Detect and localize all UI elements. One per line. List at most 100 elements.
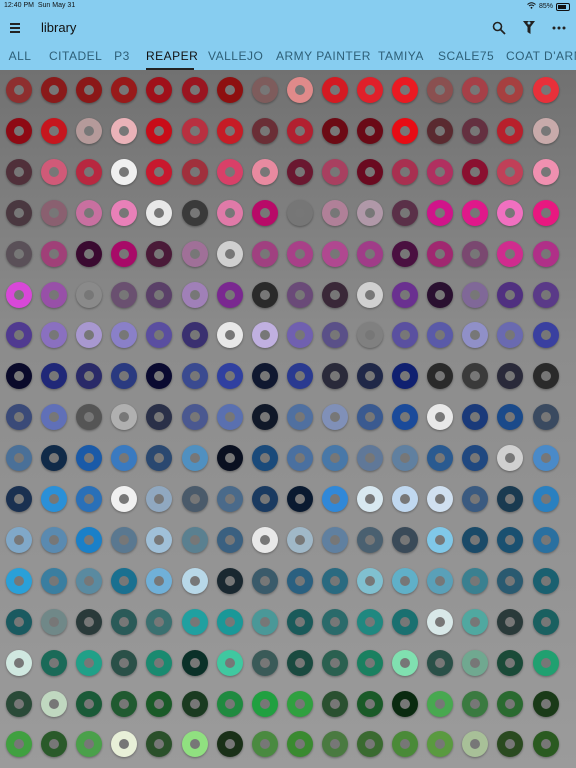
filter-icon[interactable] — [520, 19, 538, 37]
paint-swatch[interactable] — [321, 117, 348, 144]
paint-swatch[interactable] — [321, 649, 348, 676]
paint-swatch[interactable] — [462, 608, 489, 635]
paint-swatch[interactable] — [111, 608, 138, 635]
paint-swatch[interactable] — [76, 77, 103, 103]
paint-swatch[interactable] — [392, 117, 419, 144]
paint-swatch[interactable] — [111, 158, 138, 185]
paint-swatch[interactable] — [357, 404, 383, 431]
paint-swatch[interactable] — [497, 117, 524, 144]
paint-swatch[interactable] — [146, 77, 173, 103]
paint-swatch[interactable] — [321, 281, 348, 308]
tab-all[interactable]: ALL — [8, 44, 32, 70]
paint-swatch[interactable] — [41, 731, 68, 758]
paint-swatch[interactable] — [427, 690, 454, 717]
paint-swatch[interactable] — [216, 404, 243, 431]
paint-swatch[interactable] — [321, 322, 348, 349]
paint-swatch[interactable] — [321, 445, 348, 472]
paint-swatch[interactable] — [6, 199, 32, 226]
paint-swatch[interactable] — [111, 77, 138, 103]
paint-swatch[interactable] — [111, 240, 138, 267]
paint-swatch[interactable] — [76, 445, 103, 472]
paint-swatch[interactable] — [41, 526, 68, 553]
paint-swatch[interactable] — [181, 649, 208, 676]
paint-swatch[interactable] — [146, 281, 173, 308]
paint-swatch[interactable] — [216, 567, 243, 594]
tab-tamiya[interactable]: TAMIYA — [378, 44, 423, 70]
paint-swatch[interactable] — [321, 199, 348, 226]
paint-swatch[interactable] — [6, 404, 32, 431]
paint-swatch[interactable] — [532, 158, 559, 185]
search-icon[interactable] — [490, 19, 508, 37]
paint-swatch[interactable] — [6, 363, 32, 390]
paint-swatch[interactable] — [321, 731, 348, 758]
paint-swatch[interactable] — [76, 199, 103, 226]
paint-swatch[interactable] — [181, 322, 208, 349]
hamburger-menu-icon[interactable] — [8, 20, 24, 36]
paint-swatch[interactable] — [497, 608, 524, 635]
paint-swatch[interactable] — [497, 404, 524, 431]
paint-swatch[interactable] — [41, 240, 68, 267]
paint-swatch[interactable] — [321, 690, 348, 717]
paint-swatch[interactable] — [181, 281, 208, 308]
paint-swatch[interactable] — [76, 158, 103, 185]
paint-swatch[interactable] — [357, 567, 383, 594]
paint-swatch[interactable] — [532, 404, 559, 431]
tab-reaper[interactable]: REAPER — [146, 44, 198, 70]
paint-swatch[interactable] — [76, 567, 103, 594]
paint-swatch[interactable] — [251, 690, 278, 717]
paint-swatch[interactable] — [286, 77, 313, 103]
paint-swatch[interactable] — [532, 199, 559, 226]
paint-swatch[interactable] — [181, 240, 208, 267]
paint-swatch[interactable] — [216, 77, 243, 103]
paint-swatch[interactable] — [146, 158, 173, 185]
paint-swatch[interactable] — [286, 608, 313, 635]
paint-swatch[interactable] — [111, 363, 138, 390]
paint-swatch[interactable] — [462, 445, 489, 472]
paint-swatch[interactable] — [497, 199, 524, 226]
paint-swatch[interactable] — [392, 608, 419, 635]
paint-swatch[interactable] — [6, 322, 32, 349]
paint-swatch[interactable] — [76, 363, 103, 390]
paint-swatch[interactable] — [216, 281, 243, 308]
paint-swatch[interactable] — [321, 526, 348, 553]
paint-swatch[interactable] — [462, 526, 489, 553]
paint-swatch[interactable] — [181, 567, 208, 594]
paint-swatch[interactable] — [41, 690, 68, 717]
paint-swatch[interactable] — [251, 240, 278, 267]
paint-swatch[interactable] — [111, 649, 138, 676]
paint-swatch[interactable] — [111, 690, 138, 717]
paint-swatch[interactable] — [392, 77, 419, 103]
paint-swatch[interactable] — [111, 281, 138, 308]
more-options-icon[interactable] — [550, 19, 568, 37]
paint-swatch[interactable] — [111, 322, 138, 349]
paint-swatch[interactable] — [532, 77, 559, 103]
paint-swatch[interactable] — [181, 404, 208, 431]
tab-army-painter[interactable]: ARMY PAINTER — [276, 44, 370, 70]
paint-swatch[interactable] — [111, 404, 138, 431]
paint-swatch[interactable] — [321, 363, 348, 390]
paint-swatch[interactable] — [532, 240, 559, 267]
paint-swatch[interactable] — [427, 731, 454, 758]
paint-swatch[interactable] — [286, 158, 313, 185]
paint-swatch[interactable] — [392, 445, 419, 472]
paint-swatch[interactable] — [251, 445, 278, 472]
paint-swatch[interactable] — [427, 77, 454, 103]
paint-swatch[interactable] — [146, 117, 173, 144]
paint-swatch[interactable] — [251, 158, 278, 185]
paint-swatch[interactable] — [111, 731, 138, 758]
paint-swatch[interactable] — [357, 158, 383, 185]
paint-swatch[interactable] — [497, 690, 524, 717]
paint-swatch[interactable] — [532, 281, 559, 308]
paint-swatch[interactable] — [462, 649, 489, 676]
paint-swatch[interactable] — [181, 486, 208, 512]
paint-swatch[interactable] — [392, 690, 419, 717]
paint-swatch[interactable] — [392, 567, 419, 594]
paint-swatch[interactable] — [41, 445, 68, 472]
paint-swatch[interactable] — [216, 199, 243, 226]
paint-swatch[interactable] — [181, 445, 208, 472]
paint-swatch[interactable] — [286, 731, 313, 758]
paint-swatch[interactable] — [357, 445, 383, 472]
paint-swatch[interactable] — [146, 526, 173, 553]
paint-swatch[interactable] — [216, 240, 243, 267]
paint-swatch[interactable] — [357, 486, 383, 512]
